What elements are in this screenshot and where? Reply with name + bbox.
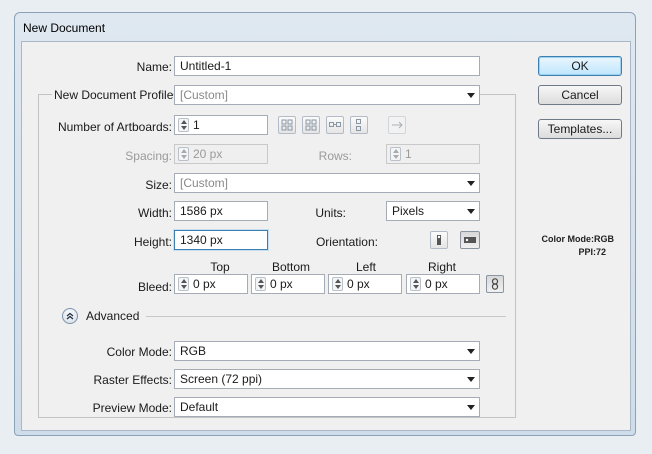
profile-value: [Custom]	[180, 88, 229, 102]
bleed-bottom-value: 0 px	[270, 277, 293, 291]
bleed-bottom-stepper[interactable]: 0 px	[251, 274, 325, 294]
color-mode-label: Color Mode:	[106, 345, 172, 359]
spacing-label: Spacing:	[125, 149, 172, 163]
dialog-body: Name: Untitled-1 New Document Profile: […	[21, 41, 631, 431]
stepper-arrows-icon[interactable]	[410, 277, 421, 291]
bleed-right-caption: Right	[427, 260, 456, 274]
link-icon[interactable]	[486, 275, 504, 293]
size-value: [Custom]	[180, 176, 229, 190]
bleed-left-caption: Left	[355, 260, 376, 274]
name-label: Name:	[136, 60, 172, 74]
landscape-icon[interactable]	[460, 231, 480, 249]
height-label: Height:	[133, 235, 172, 249]
bleed-top-stepper[interactable]: 0 px	[174, 274, 248, 294]
raster-effects-dropdown[interactable]: Screen (72 ppi)	[174, 369, 480, 389]
units-dropdown[interactable]: Pixels	[386, 201, 480, 221]
grid-by-row-icon[interactable]	[278, 116, 296, 134]
bleed-label: Bleed:	[137, 280, 172, 294]
preview-mode-label: Preview Mode:	[92, 401, 172, 415]
advanced-divider	[146, 316, 506, 317]
collapse-chevron-icon[interactable]	[62, 308, 78, 324]
advanced-label[interactable]: Advanced	[86, 309, 139, 323]
preview-mode-value: Default	[180, 400, 219, 414]
height-input[interactable]: 1340 px	[174, 230, 268, 250]
stepper-arrows-icon[interactable]	[255, 277, 266, 291]
templates-button[interactable]: Templates...	[538, 119, 622, 139]
chevron-down-icon	[467, 377, 475, 382]
units-label: Units:	[315, 206, 346, 220]
preview-mode-dropdown[interactable]: Default	[174, 397, 480, 417]
raster-effects-label: Raster Effects:	[93, 373, 172, 387]
cancel-button[interactable]: Cancel	[538, 85, 622, 105]
right-to-left-layout-icon[interactable]	[388, 116, 406, 134]
bleed-top-value: 0 px	[193, 277, 216, 291]
ok-button[interactable]: OK	[538, 56, 622, 76]
rows-label: Rows:	[318, 149, 352, 163]
spacing-stepper[interactable]: 20 px	[174, 144, 268, 164]
rows-stepper[interactable]: 1	[386, 144, 480, 164]
portrait-icon[interactable]	[430, 231, 448, 249]
ppi-info: PPI:72	[578, 247, 606, 257]
dialog-title: New Document	[23, 21, 106, 35]
raster-effects-value: Screen (72 ppi)	[180, 372, 263, 386]
stepper-arrows-icon[interactable]	[178, 118, 189, 132]
color-mode-dropdown[interactable]: RGB	[174, 341, 480, 361]
width-label: Width:	[137, 206, 172, 220]
chevron-down-icon	[467, 349, 475, 354]
size-label: Size:	[145, 178, 172, 192]
arrange-by-column-icon[interactable]	[350, 116, 368, 134]
rows-value: 1	[405, 147, 412, 161]
bleed-bottom-caption: Bottom	[271, 260, 310, 274]
orientation-label: Orientation:	[315, 235, 378, 249]
bleed-top-caption: Top	[210, 260, 230, 274]
chevron-down-icon	[467, 93, 475, 98]
grid-by-column-icon[interactable]	[302, 116, 320, 134]
width-input[interactable]: 1586 px	[174, 201, 268, 221]
stepper-arrows-icon[interactable]	[390, 147, 401, 161]
chevron-down-icon	[467, 209, 475, 214]
chevron-down-icon	[467, 181, 475, 186]
bleed-right-stepper[interactable]: 0 px	[406, 274, 480, 294]
profile-dropdown[interactable]: [Custom]	[174, 85, 480, 105]
arrange-by-row-icon[interactable]	[326, 116, 344, 134]
name-input[interactable]: Untitled-1	[174, 56, 480, 76]
size-dropdown[interactable]: [Custom]	[174, 173, 480, 193]
stepper-arrows-icon[interactable]	[332, 277, 343, 291]
artboards-label: Number of Artboards:	[57, 120, 172, 134]
bleed-right-value: 0 px	[425, 277, 448, 291]
color-mode-info: Color Mode:RGB	[541, 234, 615, 244]
color-mode-value: RGB	[180, 344, 207, 358]
stepper-arrows-icon[interactable]	[178, 277, 189, 291]
stepper-arrows-icon[interactable]	[178, 147, 189, 161]
profile-label: New Document Profile:	[52, 88, 177, 102]
new-document-dialog: New Document Name: Untitled-1 New Docume…	[14, 12, 636, 436]
chevron-down-icon	[467, 405, 475, 410]
spacing-value: 20 px	[193, 147, 223, 161]
artboards-value: 1	[193, 118, 200, 132]
artboards-stepper[interactable]: 1	[174, 115, 268, 135]
units-value: Pixels	[392, 204, 425, 218]
bleed-left-stepper[interactable]: 0 px	[328, 274, 402, 294]
bleed-left-value: 0 px	[347, 277, 370, 291]
